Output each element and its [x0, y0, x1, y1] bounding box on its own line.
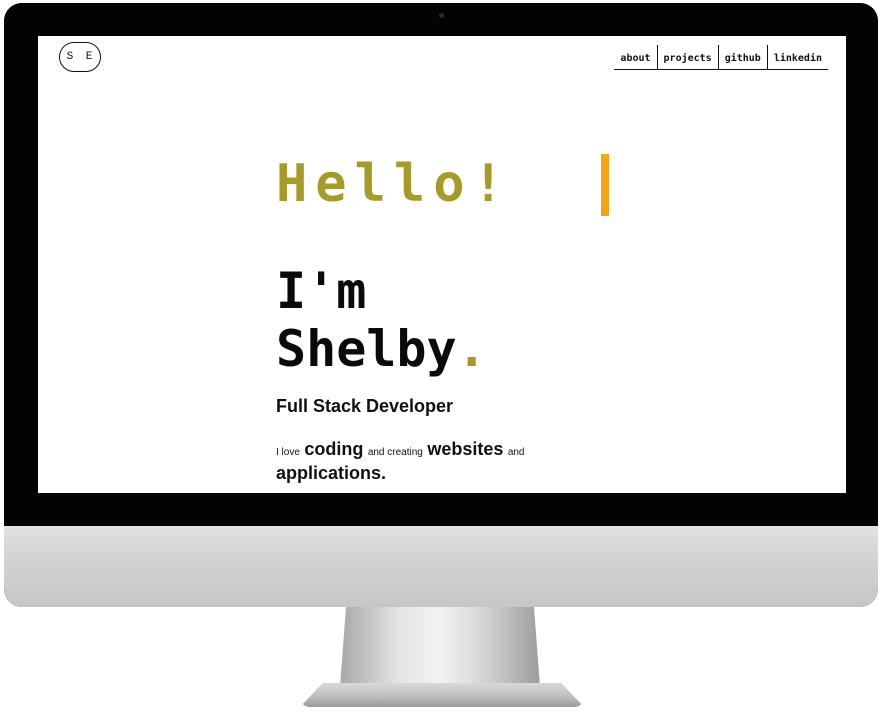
tagline-part-5: and — [507, 447, 525, 458]
tagline-part-3: and creating — [367, 447, 423, 458]
hero-role: Full Stack Developer — [276, 396, 454, 416]
top-navigation: about projects github linkedin — [614, 45, 828, 70]
nav-link-github[interactable]: github — [717, 45, 767, 69]
monitor-stand-base — [300, 683, 584, 707]
hero-name-text: Shelby — [276, 320, 457, 378]
tagline-part-2: coding — [304, 439, 364, 459]
nav-link-projects[interactable]: projects — [656, 45, 718, 69]
tagline-part-1: I love — [276, 447, 300, 458]
monitor-bezel: S E about projects github linkedin Hello… — [4, 3, 878, 526]
nav-link-linkedin[interactable]: linkedin — [766, 45, 828, 69]
monitor-stand — [340, 607, 540, 687]
logo-badge[interactable]: S E — [59, 42, 101, 72]
hero-name: I'm Shelby. — [276, 262, 487, 378]
tagline-part-6: applications. — [276, 463, 387, 483]
camera-dot — [439, 13, 444, 18]
nav-link-about[interactable]: about — [614, 45, 656, 69]
website-screen: S E about projects github linkedin Hello… — [38, 36, 846, 493]
monitor-chin — [4, 526, 878, 607]
tagline-part-4: websites — [427, 439, 504, 459]
hero-tagline: I love coding and creating websites and … — [276, 439, 596, 485]
hero-name-line2: Shelby. — [276, 320, 487, 378]
monitor-frame: S E about projects github linkedin Hello… — [4, 3, 878, 607]
typing-cursor — [601, 154, 609, 216]
hero-name-dot: . — [456, 320, 487, 378]
hero-name-line1: I'm — [276, 262, 367, 320]
hero-greeting: Hello! — [276, 154, 512, 214]
